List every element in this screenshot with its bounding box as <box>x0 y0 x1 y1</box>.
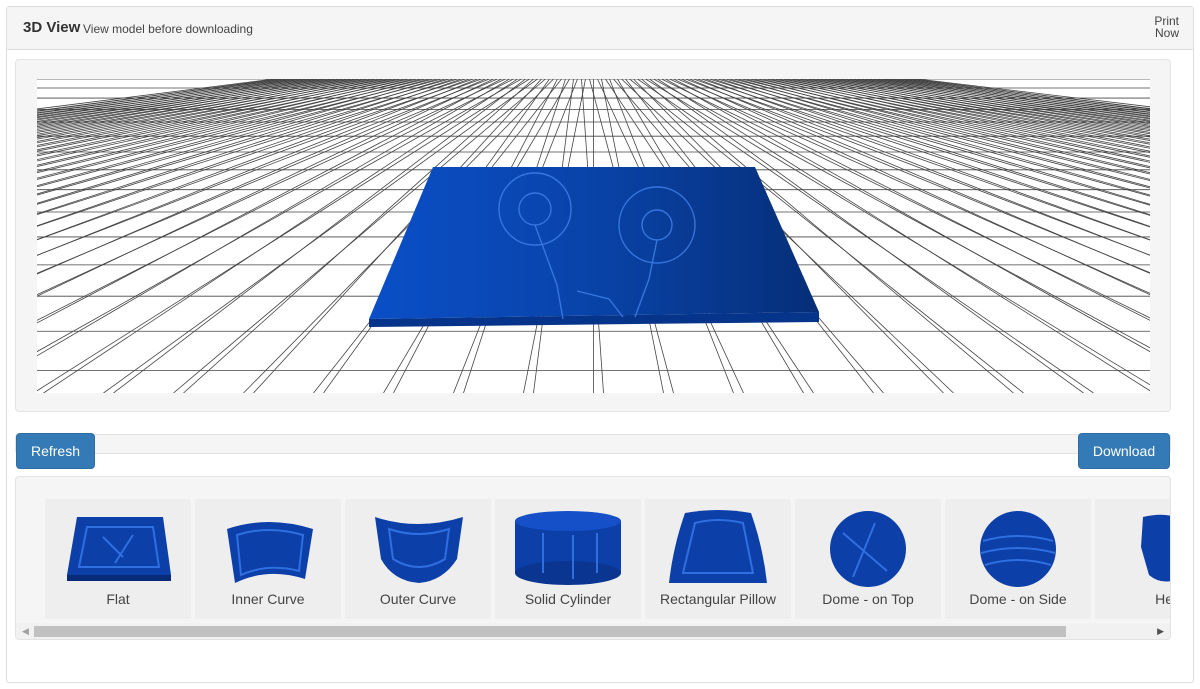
shape-label: Dome - on Top <box>822 591 914 607</box>
panel-title: 3D View <box>23 19 81 36</box>
scroll-left-arrow-icon[interactable]: ◀ <box>22 626 29 637</box>
shape-list: Flat Inner Curve Outer Curve Solid Cylin… <box>16 477 1170 623</box>
shape-label: Solid Cylinder <box>524 591 612 607</box>
shape-label: Flat <box>106 591 130 607</box>
print-now-link[interactable]: Print Now <box>1139 15 1179 39</box>
3d-model-plate <box>369 167 819 327</box>
shape-label: Hea <box>1155 591 1170 607</box>
shape-option-inner-curve[interactable]: Inner Curve <box>195 499 341 619</box>
panel-heading: 3D View View model before downloading Pr… <box>7 7 1193 50</box>
shape-label: Rectangular Pillow <box>660 591 776 607</box>
shape-option-dome-top[interactable]: Dome - on Top <box>795 499 941 619</box>
viewer-well <box>15 59 1171 412</box>
shape-option-rectangular-pillow[interactable]: Rectangular Pillow <box>645 499 791 619</box>
shape-label: Inner Curve <box>231 591 305 607</box>
shape-option-outer-curve[interactable]: Outer Curve <box>345 499 491 619</box>
3d-viewer-canvas[interactable] <box>37 79 1150 393</box>
panel-subtitle: View model before downloading <box>83 22 253 36</box>
shape-label: Dome - on Side <box>969 591 1067 607</box>
shape-option-flat[interactable]: Flat <box>45 499 191 619</box>
scrollbar-thumb[interactable] <box>34 626 1066 637</box>
rectangular-pillow-shape-icon <box>669 510 767 583</box>
shape-option-solid-cylinder[interactable]: Solid Cylinder <box>495 499 641 619</box>
flat-shape-icon <box>67 517 171 581</box>
inner-curve-shape-icon <box>227 522 313 583</box>
shape-option-dome-side[interactable]: Dome - on Side <box>945 499 1091 619</box>
print-now-line2: Now <box>1154 26 1179 40</box>
toolbar-bar <box>15 434 1171 454</box>
scroll-right-arrow-icon[interactable]: ▶ <box>1157 626 1164 637</box>
refresh-button[interactable]: Refresh <box>16 433 95 469</box>
shape-label: Outer Curve <box>379 591 457 607</box>
heart-shape-icon <box>1141 514 1170 582</box>
shape-selector: Flat Inner Curve Outer Curve Solid Cylin… <box>15 476 1171 640</box>
outer-curve-shape-icon <box>375 517 463 583</box>
shape-option-heart[interactable]: Hea <box>1095 499 1170 619</box>
horizontal-scrollbar[interactable]: ◀ ▶ <box>16 623 1170 639</box>
solid-cylinder-shape-icon <box>515 511 621 585</box>
dome-top-shape-icon <box>830 511 906 587</box>
dome-side-shape-icon <box>980 511 1056 587</box>
download-button[interactable]: Download <box>1078 433 1170 469</box>
ground-grid <box>37 79 1150 393</box>
